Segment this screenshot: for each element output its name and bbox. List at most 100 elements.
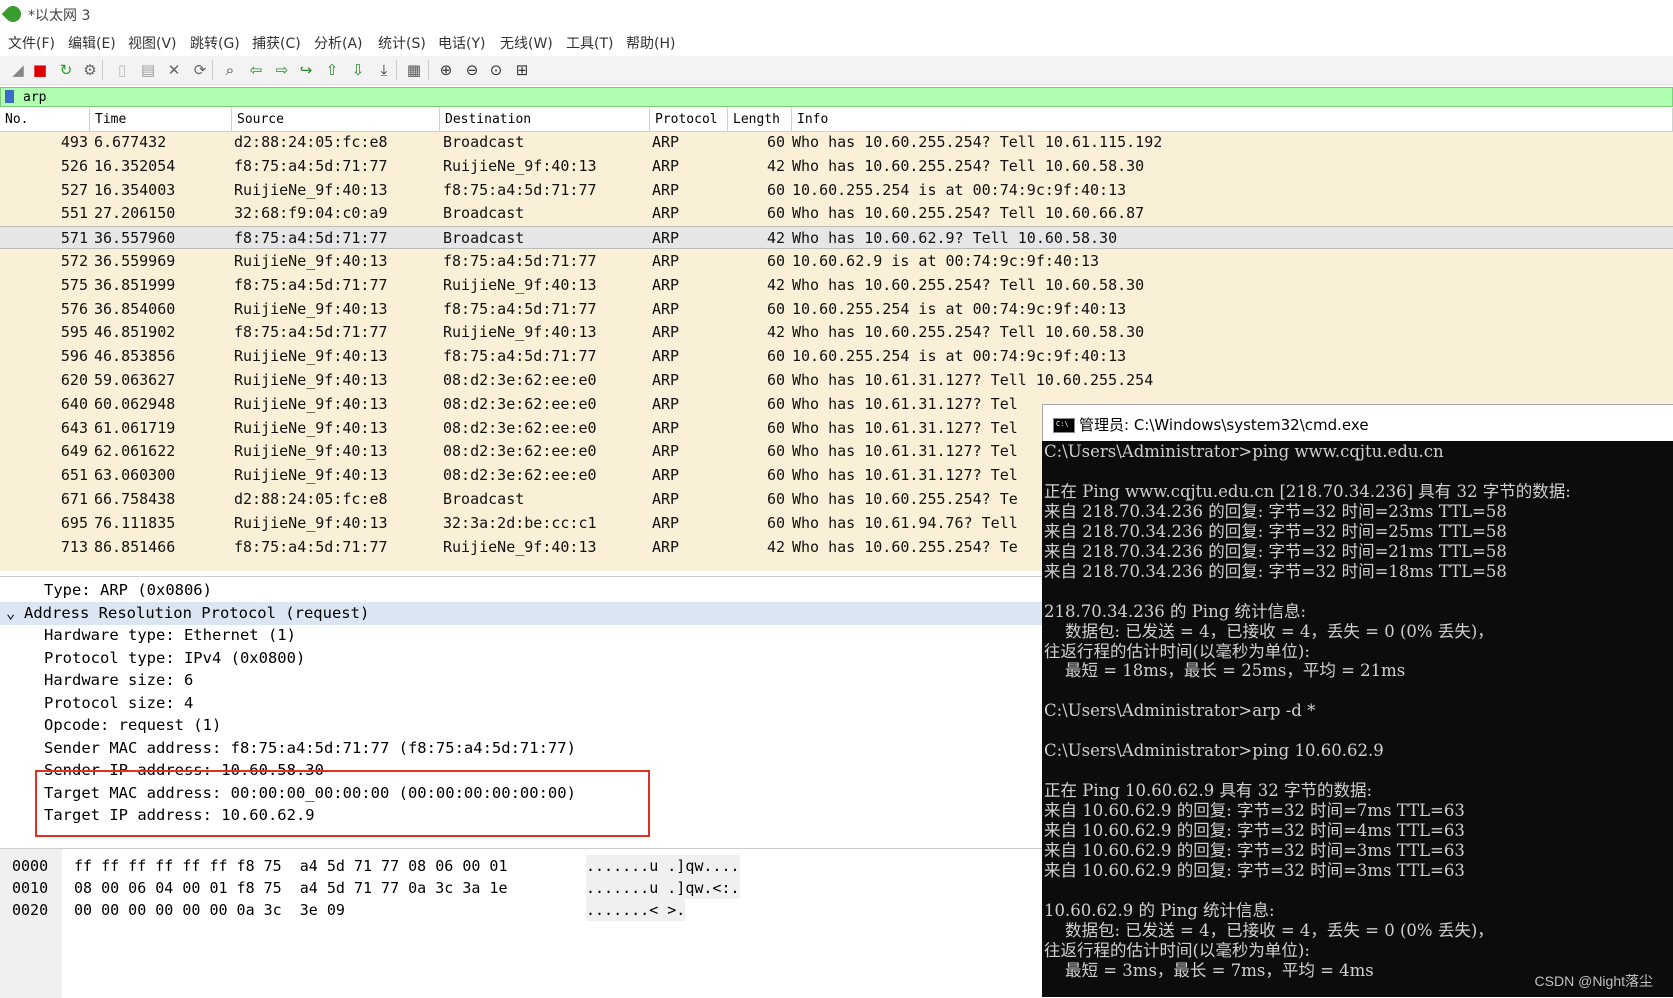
packet-row[interactable]: 571 36.557960 f8:75:a4:5d:71:77 Broadcast AR… — [0, 226, 1673, 250]
packet-cell-len: 60 — [766, 466, 785, 485]
packet-cell-src: f8:75:a4:5d:71:77 — [234, 229, 388, 248]
packet-cell-src: RuijieNe_9f:40:13 — [234, 513, 388, 532]
menu-item-7[interactable]: 电话(Y) — [438, 33, 485, 53]
packet-cell-len: 60 — [766, 180, 785, 199]
title-bar: *以太网 3 — [0, 0, 1673, 28]
packet-cell-time: 86.851466 — [94, 537, 176, 556]
detail-text: Type: ARP (0x0806) — [44, 581, 212, 599]
packet-row[interactable]: 595 46.851902 f8:75:a4:5d:71:77 RuijieNe_9f… — [0, 321, 1673, 344]
bytes-hex[interactable]: ff ff ff ff ff ff f8 75 a4 5d 71 77 08 0… — [74, 855, 507, 877]
cmd-title-bar[interactable]: 管理员: C:\Windows\system32\cmd.exe — [1042, 404, 1673, 441]
packet-cell-proto: ARP — [652, 513, 680, 532]
restart-capture-icon[interactable]: ↻ — [56, 60, 76, 80]
packet-row[interactable]: 620 59.063627 RuijieNe_9f:40:13 08:d2:3e:62… — [0, 369, 1673, 392]
packet-cell-dst: RuijieNe_9f:40:13 — [443, 323, 597, 342]
packet-cell-dst: f8:75:a4:5d:71:77 — [443, 299, 597, 318]
menu-item-3[interactable]: 跳转(G) — [190, 33, 240, 53]
go-to-packet-icon[interactable]: ↪ — [296, 60, 316, 80]
column-header-5[interactable]: Length — [728, 108, 792, 131]
cmd-line: 来自 218.70.34.236 的回复: 字节=32 时间=18ms TTL=… — [1044, 561, 1507, 581]
go-back-icon[interactable]: ⇦ — [246, 60, 266, 80]
normal-size-icon[interactable]: ⊙ — [486, 60, 506, 80]
bytes-ascii[interactable]: .......u .]qw.<:. — [586, 877, 740, 899]
packet-row[interactable]: 596 46.853856 RuijieNe_9f:40:13 f8:75:a4:5d… — [0, 345, 1673, 368]
bytes-hex[interactable]: 08 00 06 04 00 01 f8 75 a4 5d 71 77 0a 3… — [74, 877, 507, 899]
colorize-icon[interactable]: ▦ — [404, 60, 424, 80]
packet-cell-dst: RuijieNe_9f:40:13 — [443, 156, 597, 175]
menu-item-6[interactable]: 统计(S) — [378, 33, 426, 53]
packet-cell-info: 10.60.255.254 is at 00:74:9c:9f:40:13 — [792, 180, 1127, 199]
cmd-line: C:\Users\Administrator>ping www.cqjtu.ed… — [1044, 442, 1444, 461]
display-filter-input[interactable] — [23, 88, 1623, 106]
packet-cell-time: 27.206150 — [94, 204, 176, 223]
bytes-ascii[interactable]: .......< >. — [586, 899, 686, 921]
cmd-line: 10.60.62.9 的 Ping 统计信息: — [1044, 900, 1275, 920]
first-packet-icon[interactable]: ⇧ — [322, 60, 342, 80]
menu-item-4[interactable]: 捕获(C) — [252, 33, 301, 53]
column-header-6[interactable]: Info — [792, 108, 1673, 131]
cmd-line: 数据包: 已发送 = 4，已接收 = 4，丢失 = 0 (0% 丢失)， — [1044, 621, 1494, 641]
packet-cell-dst: 08:d2:3e:62:ee:e0 — [443, 418, 597, 437]
save-file-icon[interactable]: ▤ — [138, 60, 158, 80]
packet-cell-no: 526 — [60, 156, 88, 175]
zoom-out-icon[interactable]: ⊖ — [462, 60, 482, 80]
column-header-4[interactable]: Protocol — [650, 108, 728, 131]
last-packet-icon[interactable]: ⇩ — [348, 60, 368, 80]
packet-row[interactable]: 526 16.352054 f8:75:a4:5d:71:77 RuijieNe_9f… — [0, 155, 1673, 178]
open-file-icon[interactable]: ▯ — [112, 60, 132, 80]
zoom-in-icon[interactable]: ⊕ — [436, 60, 456, 80]
bookmark-icon[interactable] — [5, 90, 14, 103]
packet-row[interactable]: 575 36.851999 f8:75:a4:5d:71:77 RuijieNe_9f… — [0, 274, 1673, 297]
cmd-window[interactable]: 管理员: C:\Windows\system32\cmd.exe C:\User… — [1042, 404, 1673, 997]
packet-cell-no: 493 — [60, 133, 88, 151]
packet-cell-no: 575 — [60, 275, 88, 294]
packet-cell-proto: ARP — [652, 323, 680, 342]
packet-cell-len: 42 — [766, 323, 785, 342]
packet-row[interactable]: 493 6.677432 d2:88:24:05:fc:e8 Broadcast ARP… — [0, 131, 1673, 154]
packet-cell-dst: RuijieNe_9f:40:13 — [443, 537, 597, 556]
packet-cell-len: 60 — [766, 490, 785, 508]
packet-row[interactable]: 572 36.559969 RuijieNe_9f:40:13 f8:75:a4:5d… — [0, 250, 1673, 273]
packet-cell-no: 695 — [60, 513, 88, 532]
menu-item-8[interactable]: 无线(W) — [500, 33, 553, 53]
packet-row[interactable]: 576 36.854060 RuijieNe_9f:40:13 f8:75:a4:5d… — [0, 298, 1673, 321]
packet-cell-time: 76.111835 — [94, 513, 176, 532]
cmd-line: 最短 = 3ms，最长 = 7ms，平均 = 4ms — [1044, 960, 1374, 980]
column-header-1[interactable]: Time — [90, 108, 232, 131]
packet-cell-no: 551 — [60, 204, 88, 223]
autoscroll-icon[interactable]: ⤓ — [374, 60, 394, 80]
bytes-ascii[interactable]: .......u .]qw.... — [586, 855, 740, 877]
go-forward-icon[interactable]: ⇨ — [272, 60, 292, 80]
stop-capture-icon[interactable]: ■ — [30, 60, 50, 80]
cmd-line: 往返行程的估计时间(以毫秒为单位): — [1044, 940, 1310, 960]
packet-row[interactable]: 551 27.206150 32:68:f9:04:c0:a9 Broadcast AR… — [0, 202, 1673, 225]
bytes-hex[interactable]: 00 00 00 00 00 00 0a 3c 3e 09 — [74, 899, 345, 921]
shark-fin-start-icon[interactable]: ◢ — [8, 60, 28, 80]
menu-item-9[interactable]: 工具(T) — [566, 33, 613, 53]
packet-row[interactable]: 527 16.354003 RuijieNe_9f:40:13 f8:75:a4:5d… — [0, 179, 1673, 202]
packet-cell-proto: ARP — [652, 537, 680, 556]
packet-cell-len: 60 — [766, 371, 785, 389]
reload-icon[interactable]: ⟳ — [190, 60, 210, 80]
column-header-2[interactable]: Source — [232, 108, 440, 131]
menu-item-5[interactable]: 分析(A) — [314, 33, 363, 53]
expand-chevron-icon[interactable]: ⌄ — [6, 602, 15, 625]
column-header-3[interactable]: Destination — [440, 108, 650, 131]
close-file-icon[interactable]: ✕ — [164, 60, 184, 80]
window-title: *以太网 3 — [28, 8, 91, 24]
menu-item-1[interactable]: 编辑(E) — [68, 33, 116, 53]
capture-options-icon[interactable]: ⚙ — [80, 60, 100, 80]
packet-cell-dst: Broadcast — [443, 490, 525, 508]
cmd-line: 来自 218.70.34.236 的回复: 字节=32 时间=21ms TTL=… — [1044, 541, 1507, 561]
menu-item-2[interactable]: 视图(V) — [128, 33, 177, 53]
resize-columns-icon[interactable]: ⊞ — [512, 60, 532, 80]
find-packet-icon[interactable]: ⌕ — [220, 60, 240, 80]
toolbar-separator — [428, 60, 429, 80]
menu-item-10[interactable]: 帮助(H) — [626, 33, 675, 53]
packet-cell-proto: ARP — [652, 204, 680, 223]
menu-item-0[interactable]: 文件(F) — [8, 33, 55, 53]
main-toolbar: ◢ ■ ↻ ⚙ ▯ ▤ ✕ ⟳ ⌕ ⇦ ⇨ ↪ ⇧ ⇩ ⤓ ▦ ⊕ ⊖ ⊙ ⊞ — [0, 56, 1673, 85]
column-header-0[interactable]: No. — [0, 108, 90, 131]
packet-cell-no: 671 — [60, 490, 88, 508]
packet-cell-dst: 08:d2:3e:62:ee:e0 — [443, 466, 597, 485]
